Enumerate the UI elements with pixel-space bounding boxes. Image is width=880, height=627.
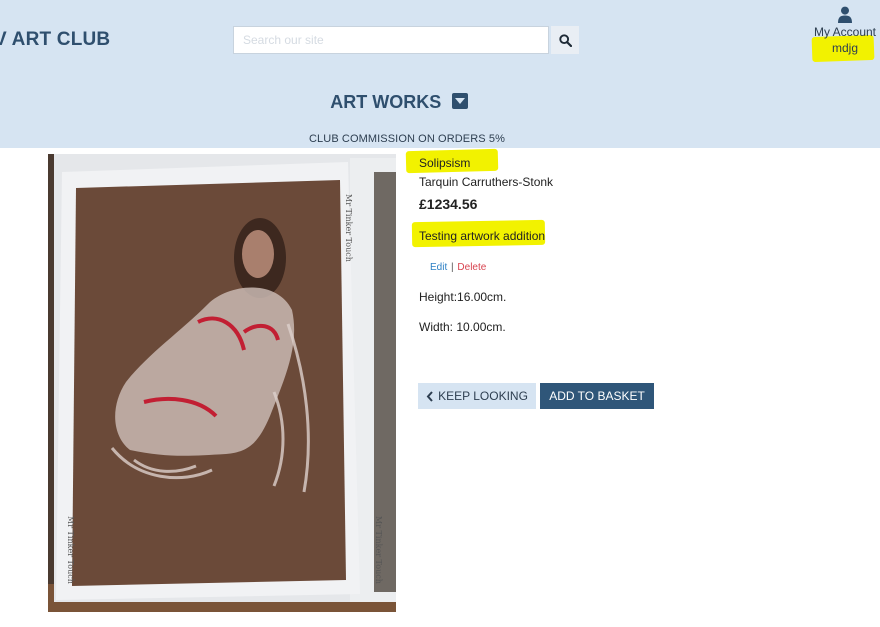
search-bar [233,26,579,54]
artwork-height: Height:16.00cm. [419,290,507,304]
search-input[interactable] [233,26,549,54]
keep-looking-button[interactable]: KEEP LOOKING [418,383,536,409]
artwork-image[interactable]: Mr Tinker Touch Mr Tinker Touch Mr Tinke… [48,154,396,612]
site-brand[interactable]: V ART CLUB [0,29,110,51]
search-icon [558,33,572,47]
add-to-basket-button[interactable]: ADD TO BASKET [540,383,654,409]
artwork-description: Testing artwork addition [419,229,546,243]
keep-looking-label: KEEP LOOKING [438,389,528,403]
artwork-signature-top: Mr Tinker Touch [344,194,353,262]
art-works-menu-label: ART WORKS [330,92,442,112]
site-header: V ART CLUB My Account mdjg ART WORKS CLU… [0,0,880,148]
search-button[interactable] [551,26,579,54]
caret-down-icon [451,92,468,109]
artwork-actions: Edit | Delete [430,262,486,273]
artwork-signature-right: Mr Tinker Touch [374,516,383,584]
account-username: mdjg [831,41,858,55]
artwork-signature-left: Mr Tinker Touch [66,516,75,584]
artwork-price: £1234.56 [419,196,478,212]
delete-link[interactable]: Delete [457,262,486,273]
user-icon [838,6,852,23]
artwork-title: Solipsism [419,156,471,170]
edit-link[interactable]: Edit [430,262,447,273]
artwork-width: Width: 10.00cm. [419,320,506,334]
artwork-artist: Tarquin Carruthers-Stonk [419,175,554,189]
my-account-label: My Account [813,25,877,39]
figure-face [242,230,274,278]
chevron-left-icon [426,390,433,402]
action-separator: | [451,262,454,273]
art-works-menu[interactable]: ART WORKS [0,92,798,113]
my-account-link[interactable]: My Account mdjg [806,6,880,57]
commission-notice: CLUB COMMISSION ON ORDERS 5% [309,133,505,145]
